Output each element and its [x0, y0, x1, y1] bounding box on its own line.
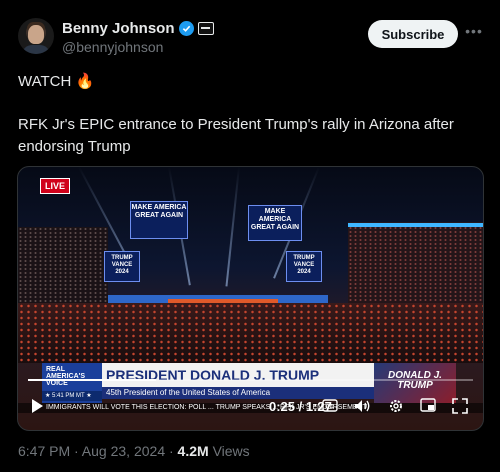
- fullscreen-icon[interactable]: [452, 398, 468, 417]
- arena-stands-right: [348, 222, 483, 307]
- views-label: Views: [212, 443, 250, 459]
- side-screen-left: TRUMP VANCE 2024: [104, 251, 140, 282]
- arena-light-banner: [348, 223, 483, 227]
- more-options-icon[interactable]: •••: [464, 22, 484, 42]
- network-time: ★ 5:41 PM MT ★: [42, 391, 102, 401]
- picture-in-picture-icon[interactable]: [420, 398, 436, 415]
- side-screen-right: TRUMP VANCE 2024: [286, 251, 322, 282]
- subscribe-button[interactable]: Subscribe: [368, 20, 458, 48]
- author-display-name[interactable]: Benny Johnson: [62, 20, 175, 37]
- stage-screen-right: MAKE AMERICA GREAT AGAIN: [248, 205, 302, 241]
- views-count: 4.2M: [177, 443, 209, 459]
- lower-third-thumbnail: DONALD J. TRUMP: [374, 363, 456, 403]
- lower-third-subtitle: 45th President of the United States of A…: [102, 387, 374, 399]
- captions-icon[interactable]: CC: [322, 399, 338, 415]
- light-beam: [225, 167, 240, 287]
- author-name-row[interactable]: Benny Johnson: [62, 20, 214, 37]
- avatar-face: [28, 25, 44, 44]
- post-meta: 6:47 PM · Aug 23, 2024 · 4.2M Views: [18, 443, 250, 459]
- author-handle[interactable]: @bennyjohnson: [62, 39, 163, 55]
- lower-third-title: PRESIDENT DONALD J. TRUMP: [102, 363, 374, 387]
- organization-badge-icon: [197, 22, 214, 35]
- post-watch-text: WATCH 🔥: [18, 73, 95, 90]
- volume-icon[interactable]: [354, 398, 372, 417]
- video-player[interactable]: MAKE AMERICA GREAT AGAIN MAKE AMERICA GR…: [17, 166, 484, 431]
- stage-screen-left: MAKE AMERICA GREAT AGAIN: [130, 201, 188, 239]
- verified-badge-icon: [178, 21, 194, 36]
- crowd: [18, 303, 483, 363]
- arena-stands-left: [18, 227, 108, 307]
- play-icon[interactable]: [30, 398, 44, 417]
- author-avatar[interactable]: [18, 18, 54, 54]
- progress-fill[interactable]: [28, 379, 156, 381]
- settings-icon[interactable]: [388, 398, 404, 417]
- news-ticker: IMMIGRANTS WILL VOTE THIS ELECTION: POLL…: [18, 403, 483, 413]
- post-body-text: RFK Jr's EPIC entrance to President Trum…: [18, 116, 454, 155]
- post-timestamp[interactable]: 6:47 PM · Aug 23, 2024 ·: [18, 443, 174, 459]
- avatar-shirt: [22, 45, 50, 54]
- live-badge: LIVE: [40, 178, 71, 194]
- svg-text:CC: CC: [325, 405, 334, 411]
